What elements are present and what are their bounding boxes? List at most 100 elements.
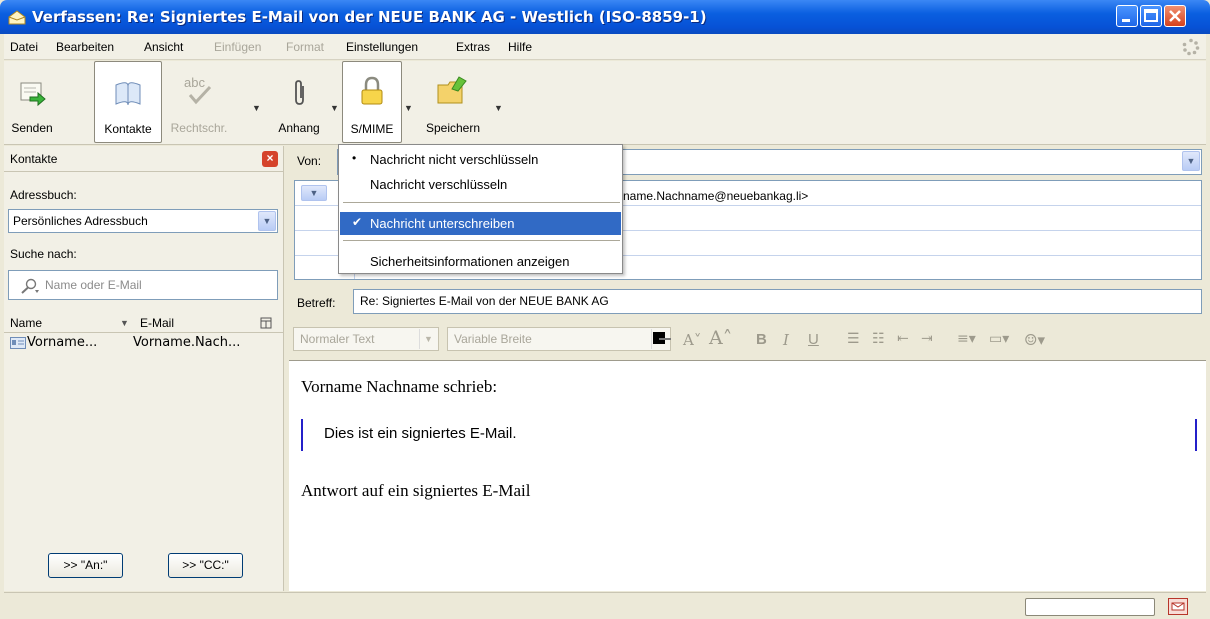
quoted-text: Dies ist ein signiertes E-Mail.: [324, 425, 517, 442]
save-label: Speichern: [425, 121, 481, 135]
recipient-address[interactable]: name.Nachname@neuebankag.li>: [623, 189, 808, 203]
add-to-button[interactable]: >> "An:": [48, 553, 123, 578]
menu-bearbeiten[interactable]: Bearbeiten: [56, 40, 114, 54]
subject-label: Betreff:: [297, 296, 336, 310]
throbber-icon: [1182, 38, 1200, 56]
menu-einfuegen[interactable]: Einfügen: [214, 40, 261, 54]
align-icon[interactable]: ≡▾: [957, 331, 976, 347]
signed-status-icon[interactable]: [1168, 598, 1188, 615]
paragraph-style-value: Normaler Text: [300, 332, 375, 346]
addressbook-select[interactable]: Persönliches Adressbuch ▼: [8, 209, 278, 233]
sidebar-header: Kontakte ×: [4, 146, 284, 172]
bullet-list-icon[interactable]: ☰: [847, 331, 860, 347]
contact-card-icon: [10, 337, 26, 349]
addressbook-label: Adressbuch:: [10, 188, 77, 202]
outdent-icon[interactable]: ⇤: [897, 331, 909, 347]
quote-bar-right: [1195, 419, 1197, 451]
compose-window-icon: [8, 10, 26, 25]
font-smaller-icon[interactable]: A˅: [683, 331, 701, 349]
close-icon: ×: [266, 151, 274, 165]
maximize-button[interactable]: [1140, 5, 1162, 27]
contact-name: Vorname...: [27, 335, 98, 350]
minimize-button[interactable]: [1116, 5, 1138, 27]
menu-bar: Datei Bearbeiten Ansicht Einfügen Format…: [4, 34, 1206, 60]
attach-button[interactable]: Anhang: [268, 61, 330, 143]
svg-text:abc: abc: [184, 75, 205, 90]
menu-hilfe[interactable]: Hilfe: [508, 40, 532, 54]
text-color-icon[interactable]: [653, 332, 677, 350]
radio-dot-icon: •: [352, 151, 357, 165]
close-button[interactable]: [1164, 5, 1186, 27]
search-label: Suche nach:: [10, 247, 77, 261]
font-larger-icon[interactable]: A˄: [709, 327, 732, 349]
paragraph-style-select[interactable]: Normaler Text ▼: [293, 327, 439, 351]
recipient-type-dropdown[interactable]: ▼: [301, 185, 327, 201]
progress-box: [1025, 598, 1155, 616]
column-email[interactable]: E-Mail: [140, 316, 174, 330]
menu-item-sign[interactable]: ✔ Nachricht unterschreiben: [340, 212, 621, 235]
send-label: Senden: [11, 121, 53, 135]
spellcheck-button[interactable]: abc Rechtschr.: [164, 61, 234, 143]
search-icon: [21, 278, 39, 294]
toolbar: Senden Kontakte abc Rechtschr. ▼ Anhang …: [4, 61, 1206, 145]
save-dropdown-arrow-icon[interactable]: ▼: [494, 103, 503, 113]
subject-input[interactable]: Re: Signiertes E-Mail von der NEUE BANK …: [353, 289, 1202, 314]
sidebar-title: Kontakte: [10, 152, 58, 166]
contacts-sidebar: Kontakte × Adressbuch: Persönliches Adre…: [4, 146, 284, 591]
spellcheck-dropdown-arrow-icon[interactable]: ▼: [252, 103, 261, 113]
envelope-icon: [1171, 602, 1185, 611]
menu-extras[interactable]: Extras: [456, 40, 490, 54]
font-select[interactable]: Variable Breite ▼: [447, 327, 671, 351]
menu-item-label: Sicherheitsinformationen anzeigen: [370, 254, 570, 269]
title-bar: Verfassen: Re: Signiertes E-Mail von der…: [0, 0, 1210, 34]
maximize-icon: [1144, 9, 1158, 22]
add-cc-button[interactable]: >> "CC:": [168, 553, 243, 578]
font-value: Variable Breite: [454, 332, 532, 346]
menu-item-label: Nachricht unterschreiben: [370, 216, 515, 231]
chevron-down-icon[interactable]: ▼: [1182, 151, 1200, 171]
menu-einstellungen[interactable]: Einstellungen: [346, 40, 418, 54]
save-button[interactable]: Speichern: [416, 61, 490, 143]
quote-header: Vorname Nachname schrieb:: [301, 377, 498, 396]
status-bar: [4, 592, 1206, 619]
menu-format[interactable]: Format: [286, 40, 324, 54]
underline-icon[interactable]: U: [808, 331, 819, 348]
italic-icon[interactable]: I: [783, 331, 789, 349]
send-icon: [20, 82, 46, 107]
chevron-down-icon: ▼: [419, 329, 437, 349]
contact-email: Vorname.Nach...: [133, 335, 241, 350]
contact-search-input[interactable]: Name oder E-Mail: [8, 270, 278, 300]
smiley-icon[interactable]: ☺▾: [1024, 331, 1045, 349]
menu-item-security-info[interactable]: Sicherheitsinformationen anzeigen: [340, 251, 621, 272]
numbered-list-icon[interactable]: ☷: [872, 331, 885, 347]
smime-label: S/MIME: [350, 122, 394, 136]
sidebar-close-button[interactable]: ×: [262, 151, 278, 167]
insert-icon[interactable]: ▭▾: [989, 331, 1009, 347]
padlock-icon: [361, 76, 383, 105]
reply-text: Antwort auf ein signiertes E-Mail: [301, 481, 531, 500]
chevron-down-icon[interactable]: ▼: [258, 211, 276, 231]
attach-dropdown-arrow-icon[interactable]: ▼: [330, 103, 339, 113]
menu-item-label: Nachricht verschlüsseln: [370, 177, 508, 192]
smime-button[interactable]: S/MIME: [342, 61, 402, 143]
quote-bar-left: [301, 419, 303, 451]
contacts-button[interactable]: Kontakte: [94, 61, 162, 143]
message-body-editor[interactable]: Vorname Nachname schrieb: Dies ist ein s…: [289, 360, 1206, 591]
menu-ansicht[interactable]: Ansicht: [144, 40, 183, 54]
bold-icon[interactable]: B: [756, 331, 767, 348]
smime-dropdown-arrow-icon[interactable]: ▼: [404, 103, 413, 113]
attach-label: Anhang: [278, 121, 320, 135]
column-picker-icon[interactable]: [260, 317, 272, 329]
column-name[interactable]: Name: [10, 316, 42, 330]
menu-item-encrypt[interactable]: Nachricht verschlüsseln: [340, 174, 621, 195]
indent-icon[interactable]: ⇥: [921, 331, 933, 347]
menu-item-label: Nachricht nicht verschlüsseln: [370, 152, 539, 167]
spellcheck-label: Rechtschr.: [170, 121, 228, 135]
sort-descending-icon: ▼: [120, 318, 129, 328]
send-button[interactable]: Senden: [6, 61, 58, 143]
format-toolbar: Normaler Text ▼ Variable Breite ▼ A˅ A˄ …: [289, 321, 1206, 355]
contact-row[interactable]: Vorname... Vorname.Nach...: [4, 334, 284, 352]
minimize-icon: [1122, 19, 1130, 22]
menu-datei[interactable]: Datei: [10, 40, 38, 54]
menu-item-not-encrypt[interactable]: • Nachricht nicht verschlüsseln: [340, 149, 621, 170]
